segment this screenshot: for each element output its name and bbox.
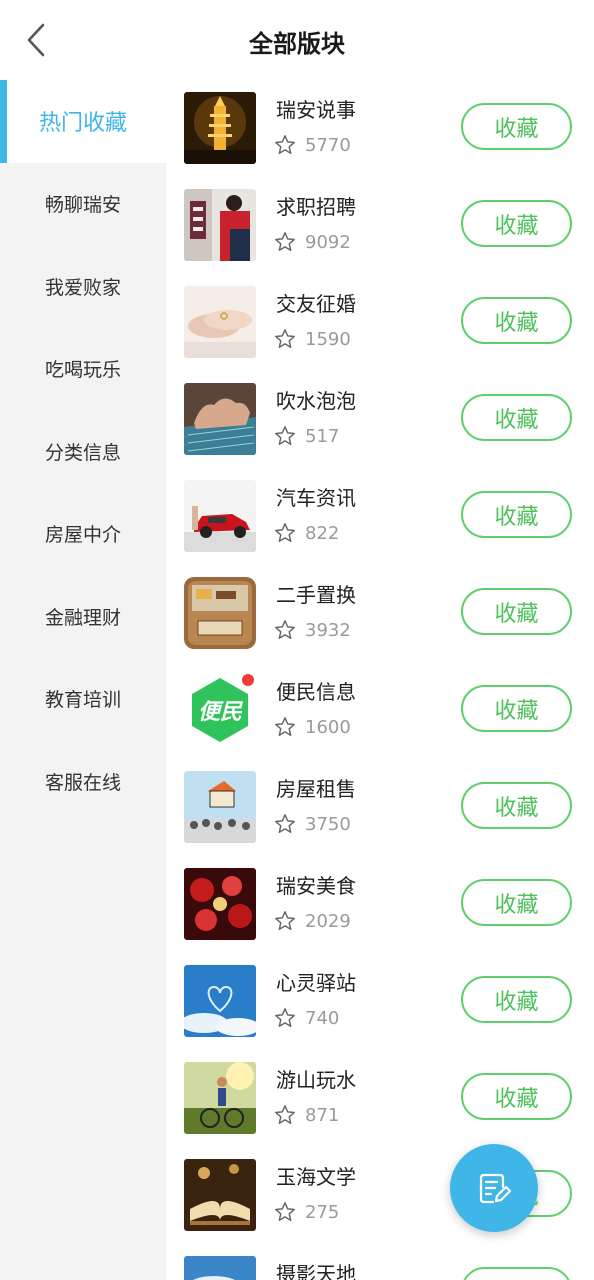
favorite-count: 5770 [305, 135, 351, 156]
favorite-button[interactable]: 收藏 [461, 976, 572, 1023]
forum-name: 吹水泡泡 [276, 389, 356, 413]
star-outline-icon [274, 910, 296, 932]
typing-keyboard-image [184, 383, 256, 455]
top-bar: 全部版块 [0, 0, 594, 80]
star-outline-icon [274, 1007, 296, 1029]
forum-name: 交友征婚 [276, 292, 356, 316]
star-outline-icon [274, 522, 296, 544]
star-outline-icon [274, 231, 296, 253]
forum-list: 瑞安说事 5770 收藏 求职招聘 9092 收藏 交友征婚 1590 收藏 吹… [166, 80, 594, 1280]
favorite-count: 517 [305, 426, 340, 447]
recruitment-image [184, 189, 256, 261]
favorite-button[interactable]: 收藏 [461, 1073, 572, 1120]
open-book-image [184, 1159, 256, 1231]
forum-name: 房屋租售 [276, 777, 356, 801]
forum-name: 求职招聘 [276, 195, 356, 219]
list-item[interactable]: 摄影天地 收藏 [166, 1244, 594, 1280]
forum-name: 汽车资讯 [276, 486, 356, 510]
star-outline-icon [274, 619, 296, 641]
list-item[interactable]: 便民 便民信息 1600 收藏 [166, 662, 594, 759]
favorite-count: 3750 [305, 814, 351, 835]
sidebar-item-chat[interactable]: 畅聊瑞安 [0, 163, 166, 246]
forum-name: 摄影天地 [276, 1262, 356, 1280]
forum-name: 便民信息 [276, 680, 356, 704]
pagoda-night-image [184, 92, 256, 164]
favorite-count: 2029 [305, 911, 351, 932]
star-outline-icon [274, 328, 296, 350]
page-title: 全部版块 [249, 30, 345, 58]
favorite-count: 275 [305, 1202, 340, 1223]
forum-name: 二手置换 [276, 583, 356, 607]
favorite-count: 822 [305, 523, 340, 544]
forum-name: 心灵驿站 [276, 971, 356, 995]
sidebar-item-shopping[interactable]: 我爱败家 [0, 245, 166, 328]
favorite-count: 1590 [305, 329, 351, 350]
favorite-count: 871 [305, 1105, 340, 1126]
sidebar-item-service[interactable]: 客服在线 [0, 740, 166, 823]
list-item[interactable]: 交友征婚 1590 收藏 [166, 274, 594, 371]
favorite-count: 9092 [305, 232, 351, 253]
food-image [184, 868, 256, 940]
sidebar-item-finance[interactable]: 金融理财 [0, 575, 166, 658]
edit-note-icon [479, 1173, 512, 1204]
favorite-button[interactable]: 收藏 [461, 588, 572, 635]
category-sidebar: 热门收藏 畅聊瑞安 我爱败家 吃喝玩乐 分类信息 房屋中介 金融理财 教育培训 … [0, 80, 166, 1280]
star-outline-icon [274, 1201, 296, 1223]
list-item[interactable]: 瑞安说事 5770 收藏 [166, 80, 594, 177]
cyclist-image [184, 1062, 256, 1134]
forum-name: 瑞安美食 [276, 874, 356, 898]
list-item[interactable]: 二手置换 3932 收藏 [166, 565, 594, 662]
list-item[interactable]: 心灵驿站 740 收藏 [166, 953, 594, 1050]
bianmin-logo: 便民 [184, 674, 256, 746]
favorite-count: 3932 [305, 620, 351, 641]
list-item[interactable]: 游山玩水 871 收藏 [166, 1050, 594, 1147]
forum-name: 瑞安说事 [276, 98, 356, 122]
list-item[interactable]: 求职招聘 9092 收藏 [166, 177, 594, 274]
bianmin-logo-text: 便民 [198, 700, 244, 725]
favorite-button[interactable]: 收藏 [461, 782, 572, 829]
star-outline-icon [274, 1104, 296, 1126]
star-outline-icon [274, 134, 296, 156]
favorite-count: 1600 [305, 717, 351, 738]
sidebar-item-hot[interactable]: 热门收藏 [0, 80, 166, 163]
favorite-button[interactable]: 收藏 [461, 491, 572, 538]
star-outline-icon [274, 716, 296, 738]
sidebar-item-food-fun[interactable]: 吃喝玩乐 [0, 328, 166, 411]
favorite-button[interactable]: 收藏 [461, 394, 572, 441]
list-item[interactable]: 瑞安美食 2029 收藏 [166, 856, 594, 953]
forum-name: 游山玩水 [276, 1068, 356, 1092]
favorite-button[interactable]: 收藏 [461, 1267, 572, 1280]
forum-name: 玉海文学 [276, 1165, 356, 1189]
list-item[interactable]: 吹水泡泡 517 收藏 [166, 371, 594, 468]
house-balloon-image [184, 771, 256, 843]
sidebar-item-real-estate[interactable]: 房屋中介 [0, 493, 166, 576]
sky-heart-image [184, 965, 256, 1037]
hands-image [184, 286, 256, 358]
landscape-image [184, 1256, 256, 1280]
favorite-button[interactable]: 收藏 [461, 879, 572, 926]
list-item[interactable]: 汽车资讯 822 收藏 [166, 468, 594, 565]
favorite-count: 740 [305, 1008, 340, 1029]
red-car-image [184, 480, 256, 552]
favorite-button[interactable]: 收藏 [461, 297, 572, 344]
favorite-button[interactable]: 收藏 [461, 103, 572, 150]
sidebar-item-classified[interactable]: 分类信息 [0, 410, 166, 493]
star-outline-icon [274, 813, 296, 835]
favorite-button[interactable]: 收藏 [461, 685, 572, 732]
secondhand-box-image [184, 577, 256, 649]
star-outline-icon [274, 425, 296, 447]
sidebar-item-education[interactable]: 教育培训 [0, 658, 166, 741]
new-post-button[interactable] [450, 1144, 538, 1232]
favorite-button[interactable]: 收藏 [461, 200, 572, 247]
list-item[interactable]: 房屋租售 3750 收藏 [166, 759, 594, 856]
